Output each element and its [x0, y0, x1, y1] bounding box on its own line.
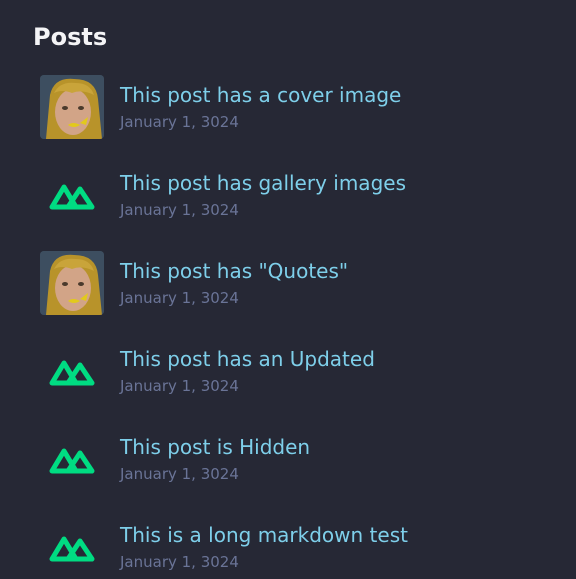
nuxt-logo-icon [40, 163, 104, 227]
post-cover-image [40, 251, 104, 315]
post-date: January 1, 3024 [120, 464, 239, 483]
post-date: January 1, 3024 [120, 200, 239, 219]
post-cover-image [40, 75, 104, 139]
post-title[interactable]: This post has gallery images [120, 170, 406, 196]
avatar-face-icon [40, 251, 104, 315]
post-list-item[interactable]: This post is Hidden January 1, 3024 [40, 427, 540, 491]
avatar-face-icon [40, 75, 104, 139]
nuxt-logo-icon [40, 427, 104, 491]
post-title[interactable]: This post has a cover image [120, 82, 401, 108]
page-title: Posts [33, 23, 108, 51]
posts-page: Posts This post has a cover image Januar… [0, 0, 576, 576]
post-list-item[interactable]: This post has gallery images January 1, … [40, 163, 540, 227]
post-date: January 1, 3024 [120, 288, 239, 307]
post-title[interactable]: This is a long markdown test [120, 522, 408, 548]
post-title[interactable]: This post has "Quotes" [120, 258, 348, 284]
post-date: January 1, 3024 [120, 376, 239, 395]
nuxt-logo-icon [40, 515, 104, 579]
post-list-item[interactable]: This post has an Updated January 1, 3024 [40, 339, 540, 403]
post-list-item[interactable]: This post has a cover image January 1, 3… [40, 75, 540, 139]
post-title[interactable]: This post is Hidden [120, 434, 310, 460]
post-list-item[interactable]: This is a long markdown test January 1, … [40, 515, 540, 579]
post-date: January 1, 3024 [120, 112, 239, 131]
nuxt-logo-icon [40, 339, 104, 403]
post-date: January 1, 3024 [120, 552, 239, 571]
post-title[interactable]: This post has an Updated [120, 346, 375, 372]
post-list-item[interactable]: This post has "Quotes" January 1, 3024 [40, 251, 540, 315]
